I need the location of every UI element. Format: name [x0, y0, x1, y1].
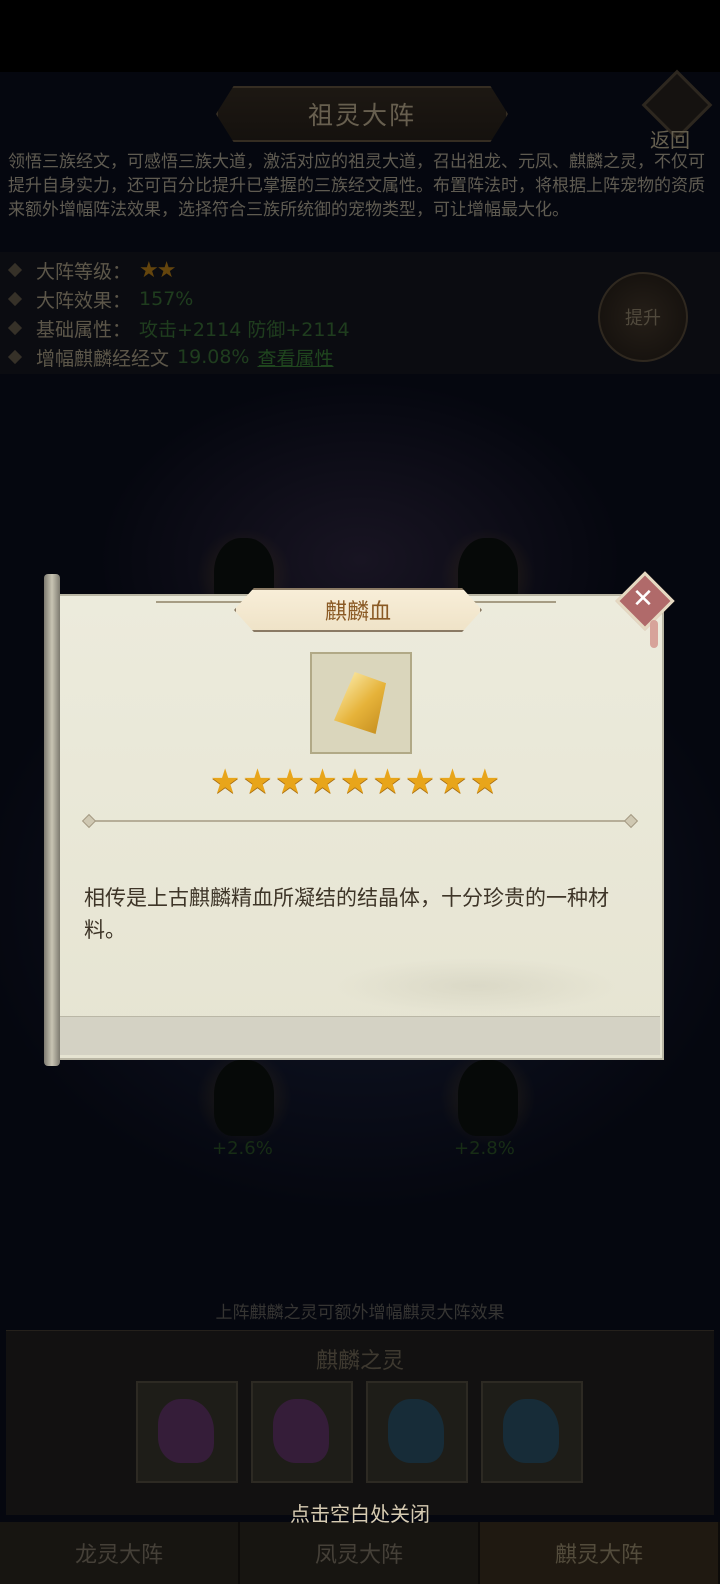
modal-divider	[90, 820, 630, 822]
item-icon-frame	[310, 652, 412, 754]
close-icon: ✕	[632, 584, 654, 614]
item-name-plate: 麒麟血	[234, 588, 482, 632]
tassel-icon	[650, 620, 658, 648]
modal-bottom-bar	[56, 1016, 660, 1055]
close-button[interactable]: ✕	[615, 571, 675, 648]
header-ornament	[466, 601, 556, 603]
golden-crystal-icon	[334, 672, 386, 734]
close-hint: 点击空白处关闭	[290, 1502, 430, 1526]
item-name: 麒麟血	[324, 600, 391, 625]
item-detail-modal: 麒麟血 ✕ ★★★★★★★★★ 相传是上古麒麟精血所凝结的结晶体，十分珍贵的一种…	[44, 571, 675, 1066]
scroll-rail	[44, 574, 60, 1066]
item-description: 相传是上古麒麟精血所凝结的结晶体，十分珍贵的一种材料。	[84, 886, 609, 942]
item-star-rating: ★★★★★★★★★	[209, 762, 503, 802]
header-ornament	[156, 601, 246, 603]
